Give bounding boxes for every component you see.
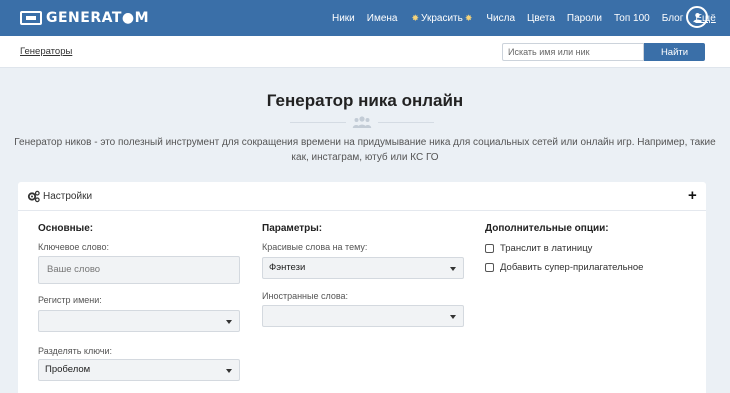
nav-item-names[interactable]: Имена <box>367 13 398 24</box>
logo-text: GENERAT●M <box>46 10 150 26</box>
foreign-label: Иностранные слова: <box>262 291 349 301</box>
logo-icon <box>20 11 42 25</box>
nav-item-colors[interactable]: Цвета <box>527 13 555 24</box>
sparkle-icon: ✸ <box>464 12 473 23</box>
caret-down-icon <box>226 320 232 324</box>
site-logo[interactable]: GENERAT●M <box>20 8 149 28</box>
settings-title: Настройки <box>43 191 93 202</box>
nav-item-blog[interactable]: Блог <box>662 13 684 24</box>
theme-select-value: Фэнтези <box>269 262 306 273</box>
separator-select-value: Пробелом <box>45 364 91 375</box>
caret-down-icon <box>226 369 232 373</box>
user-account-button[interactable] <box>686 6 708 28</box>
theme-label: Красивые слова на тему: <box>262 242 368 252</box>
params-heading: Параметры: <box>262 223 323 234</box>
title-divider-right <box>378 122 434 123</box>
search-button[interactable]: Найти <box>644 43 705 61</box>
separator-select[interactable]: Пробелом <box>38 359 240 381</box>
checkbox-icon <box>485 263 494 272</box>
settings-card: Настройки + Основные: Ключевое слово: Ва… <box>18 182 706 393</box>
nav-item-decorate-label: Украсить <box>421 12 463 24</box>
nav-item-top100[interactable]: Топ 100 <box>614 13 650 24</box>
checkbox-icon <box>485 244 494 253</box>
caret-down-icon <box>450 315 456 319</box>
top-navbar: GENERAT●M Ники Имена ✸ Украсить ✸ Числа … <box>0 0 730 36</box>
page-title: Генератор ника онлайн <box>266 91 464 110</box>
caret-down-icon <box>450 267 456 271</box>
gears-icon <box>27 190 40 203</box>
sparkle-icon: ✸ <box>411 12 420 23</box>
users-icon <box>352 116 372 128</box>
nav-item-numbers[interactable]: Числа <box>486 13 515 24</box>
user-circle-icon <box>692 12 702 22</box>
breadcrumb-generators[interactable]: Генераторы <box>20 46 72 57</box>
breadcrumb-bar: Генераторы Найти <box>0 36 730 68</box>
separator-label: Разделять ключи: <box>38 346 112 356</box>
search-input[interactable] <box>502 43 644 61</box>
nav-item-decorate[interactable]: ✸ Украсить ✸ <box>410 13 475 24</box>
main-nav: Ники Имена ✸ Украсить ✸ Числа Цвета Паро… <box>332 0 716 36</box>
foreign-select[interactable] <box>262 305 464 327</box>
nav-item-passwords[interactable]: Пароли <box>567 13 602 24</box>
translit-label: Транслит в латиницу <box>500 243 593 254</box>
intro-text: Генератор ников - это полезный инструмен… <box>14 137 716 163</box>
extra-heading: Дополнительные опции: <box>485 223 609 234</box>
title-divider-left <box>290 122 346 123</box>
expand-plus-icon[interactable]: + <box>688 187 697 204</box>
keyword-label: Ключевое слово: <box>38 242 109 252</box>
case-select[interactable] <box>38 310 240 332</box>
case-label: Регистр имени: <box>38 295 102 305</box>
nav-item-nicks[interactable]: Ники <box>332 13 355 24</box>
translit-checkbox[interactable]: Транслит в латиницу <box>485 243 592 254</box>
super-adjective-checkbox[interactable]: Добавить супер-прилагательное <box>485 262 643 273</box>
settings-header[interactable]: Настройки + <box>18 182 706 211</box>
theme-select[interactable]: Фэнтези <box>262 257 464 279</box>
keyword-input[interactable]: Ваше слово <box>38 256 240 284</box>
super-adjective-label: Добавить супер-прилагательное <box>500 262 644 273</box>
basic-heading: Основные: <box>38 223 94 234</box>
